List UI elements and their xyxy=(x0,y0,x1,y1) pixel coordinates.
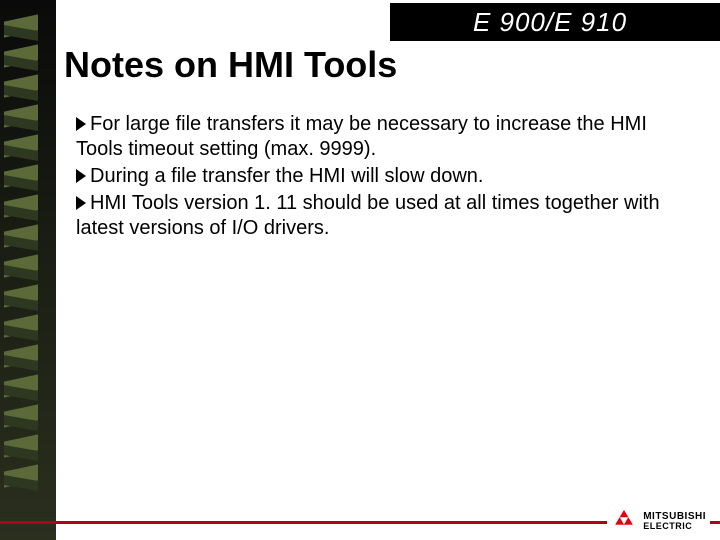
logo-line2: ELECTRIC xyxy=(643,522,706,531)
decorative-left-strip xyxy=(0,0,56,540)
logo-text: MITSUBISHI ELECTRIC xyxy=(643,512,706,531)
logo-line1: MITSUBISHI xyxy=(643,512,706,522)
bullet-text: During a file transfer the HMI will slow… xyxy=(90,165,483,187)
slide-body: For large file transfers it may be neces… xyxy=(76,112,666,243)
bullet-item: For large file transfers it may be neces… xyxy=(76,112,666,162)
bullet-item: During a file transfer the HMI will slow… xyxy=(76,164,666,189)
mitsubishi-logo-icon xyxy=(611,510,637,532)
bullet-arrow-icon xyxy=(76,117,86,131)
slide-title: Notes on HMI Tools xyxy=(64,44,397,86)
bullet-text: HMI Tools version 1. 11 should be used a… xyxy=(76,192,660,239)
model-label: E 900/E 910 xyxy=(473,7,627,38)
bullet-arrow-icon xyxy=(76,196,86,210)
bullet-item: HMI Tools version 1. 11 should be used a… xyxy=(76,191,666,241)
mitsubishi-logo: MITSUBISHI ELECTRIC xyxy=(607,508,710,534)
bullet-text: For large file transfers it may be neces… xyxy=(76,113,647,160)
bullet-arrow-icon xyxy=(76,169,86,183)
model-header: E 900/E 910 xyxy=(390,3,720,41)
